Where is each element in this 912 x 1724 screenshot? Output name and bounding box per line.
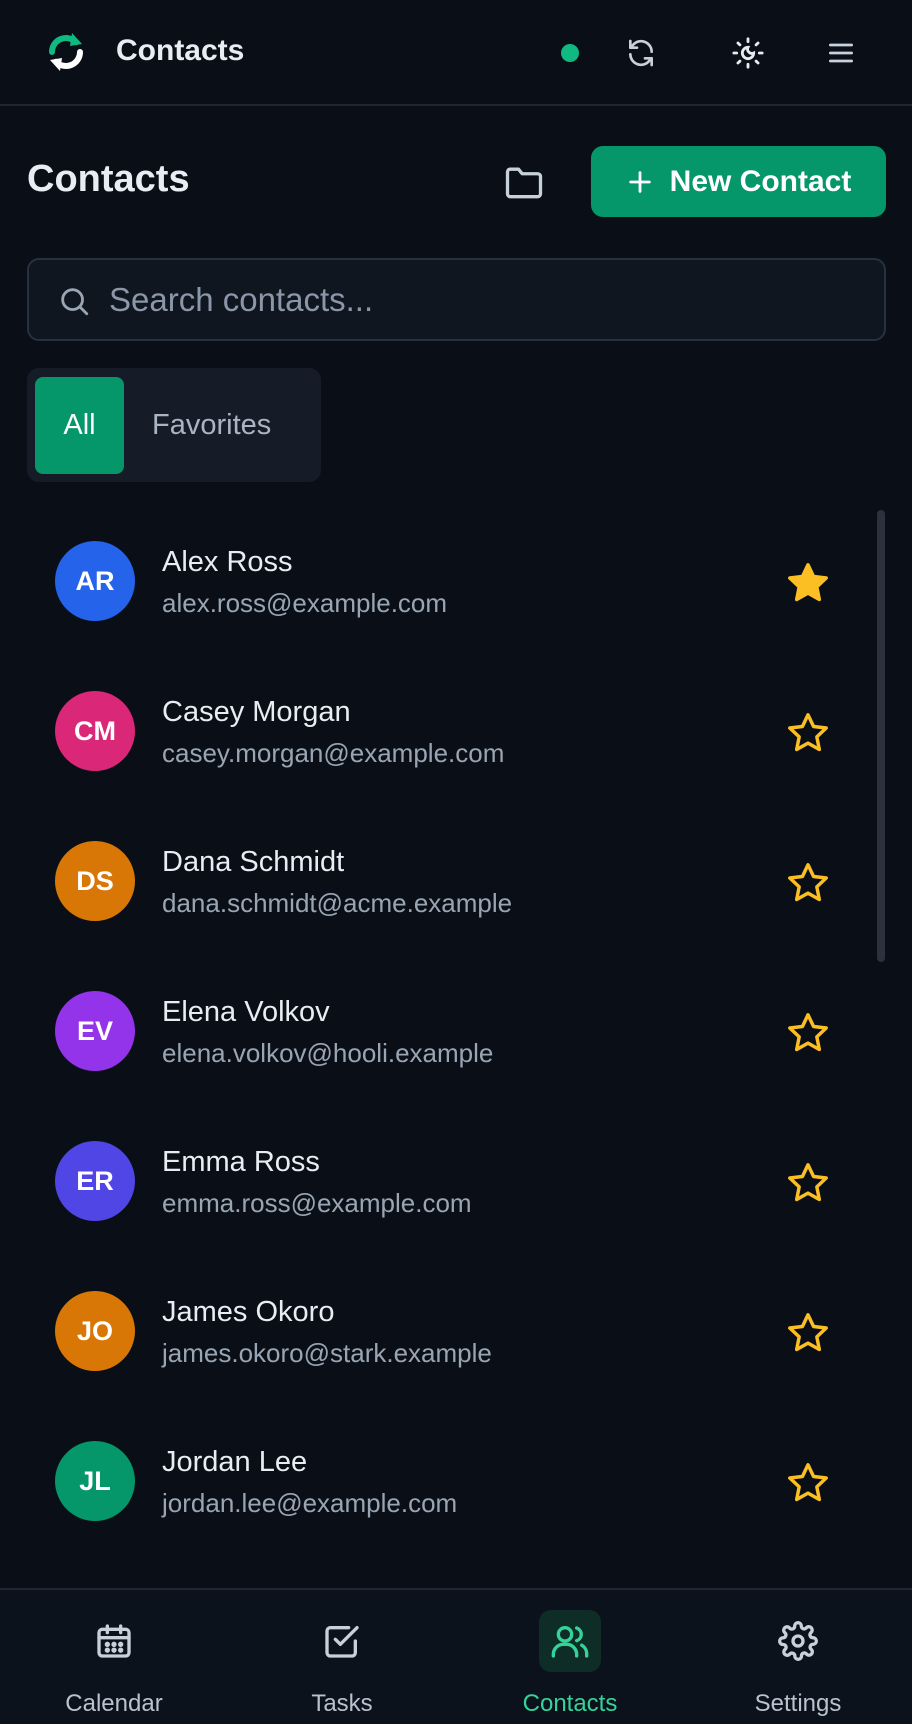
nav-contacts[interactable]: Contacts	[470, 1590, 670, 1724]
contact-name: Dana Schmidt	[162, 846, 345, 878]
avatar: ER	[55, 1141, 135, 1221]
contact-row[interactable]: JO James Okoro james.okoro@stark.example	[0, 1258, 912, 1408]
nav-label: Calendar	[65, 1690, 163, 1717]
sun-moon-icon	[732, 37, 764, 69]
star-outline-icon[interactable]	[785, 710, 831, 756]
avatar: JO	[55, 1291, 135, 1371]
contact-row[interactable]: DS Dana Schmidt dana.schmidt@acme.exampl…	[0, 808, 912, 958]
contact-name: Elena Volkov	[162, 996, 330, 1028]
contact-email: dana.schmidt@acme.example	[162, 888, 513, 918]
app-title: Contacts	[116, 34, 245, 67]
star-outline-icon[interactable]	[785, 1010, 831, 1056]
users-icon	[551, 1626, 589, 1658]
avatar: EV	[55, 991, 135, 1071]
star-outline-icon[interactable]	[785, 860, 831, 906]
search-input[interactable]	[109, 272, 849, 328]
contact-email: alex.ross@example.com	[162, 588, 448, 618]
contact-name: Jordan Lee	[162, 1446, 308, 1478]
folder-icon	[505, 167, 543, 199]
star-filled-icon[interactable]	[785, 560, 831, 606]
nav-icon-container-active	[539, 1610, 601, 1672]
avatar: DS	[55, 841, 135, 921]
plus-icon	[628, 170, 651, 193]
contact-email: emma.ross@example.com	[162, 1188, 472, 1218]
star-outline-icon[interactable]	[785, 1460, 831, 1506]
contact-email: elena.volkov@hooli.example	[162, 1038, 494, 1068]
contact-row[interactable]: EV Elena Volkov elena.volkov@hooli.examp…	[0, 958, 912, 1108]
nav-icon-container	[767, 1610, 829, 1672]
contact-name: Emma Ross	[162, 1146, 320, 1178]
hamburger-menu-icon	[829, 43, 853, 63]
contacts-app: Contacts Contacts New Contact Search con…	[0, 0, 912, 1724]
top-bar: Contacts	[0, 0, 912, 106]
nav-label: Contacts	[522, 1690, 618, 1717]
contact-row[interactable]: AR Alex Ross alex.ross@example.com	[0, 508, 912, 658]
folder-button[interactable]	[500, 158, 548, 206]
contact-row[interactable]: CM Casey Morgan casey.morgan@example.com	[0, 658, 912, 808]
search-icon	[61, 288, 89, 316]
nav-tasks[interactable]: Tasks	[242, 1590, 442, 1724]
filter-segmented-control: All Favorites	[27, 368, 321, 482]
page-title: Contacts	[27, 158, 190, 200]
contact-name: James Okoro	[162, 1296, 335, 1328]
filter-all-tab[interactable]: All	[35, 377, 124, 474]
refresh-icon	[629, 39, 653, 67]
nav-calendar[interactable]: Calendar	[14, 1590, 214, 1724]
search-box	[27, 258, 886, 341]
contact-name: Casey Morgan	[162, 696, 351, 728]
contact-row[interactable]: JL Jordan Lee jordan.lee@example.com	[0, 1408, 912, 1558]
calendar-icon	[97, 1624, 131, 1658]
contact-email: casey.morgan@example.com	[162, 738, 505, 768]
contact-email: james.okoro@stark.example	[162, 1338, 492, 1368]
sync-button[interactable]	[618, 30, 664, 76]
contact-row[interactable]: ER Emma Ross emma.ross@example.com	[0, 1108, 912, 1258]
bottom-nav: Calendar Tasks Contacts Settings	[0, 1588, 912, 1724]
nav-label: Tasks	[311, 1690, 373, 1717]
online-status-dot	[561, 44, 579, 62]
nav-label: Settings	[754, 1690, 842, 1717]
sync-logo-icon	[44, 30, 88, 74]
new-contact-button[interactable]: New Contact	[591, 146, 886, 217]
avatar: AR	[55, 541, 135, 621]
check-square-icon	[325, 1626, 359, 1658]
list-scrollbar[interactable]	[877, 510, 885, 962]
contact-name: Alex Ross	[162, 546, 293, 578]
avatar: CM	[55, 691, 135, 771]
avatar: JL	[55, 1441, 135, 1521]
star-outline-icon[interactable]	[785, 1160, 831, 1206]
new-contact-label: New Contact	[669, 164, 852, 198]
nav-icon-container	[311, 1610, 373, 1672]
nav-icon-container	[83, 1610, 145, 1672]
contact-list: AR Alex Ross alex.ross@example.com CM Ca…	[0, 508, 912, 1558]
theme-toggle-button[interactable]	[725, 30, 771, 76]
gear-icon	[778, 1621, 818, 1661]
star-outline-icon[interactable]	[785, 1310, 831, 1356]
menu-button[interactable]	[818, 30, 864, 76]
nav-settings[interactable]: Settings	[698, 1590, 898, 1724]
filter-favorites-tab[interactable]: Favorites	[152, 377, 271, 474]
contact-email: jordan.lee@example.com	[162, 1488, 458, 1518]
